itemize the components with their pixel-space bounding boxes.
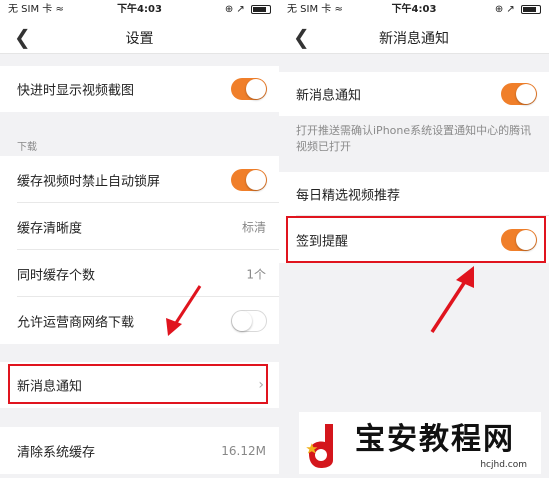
watermark-url: hcjhd.com: [480, 460, 527, 470]
annotation-arrows: [166, 266, 474, 336]
arrow-left: [166, 285, 202, 336]
watermark-logo-icon: [306, 424, 333, 468]
arrow-right: [430, 266, 474, 333]
watermark: 宝安教程网 hcjhd.com: [299, 412, 541, 474]
watermark-title: 宝安教程网: [355, 422, 515, 457]
